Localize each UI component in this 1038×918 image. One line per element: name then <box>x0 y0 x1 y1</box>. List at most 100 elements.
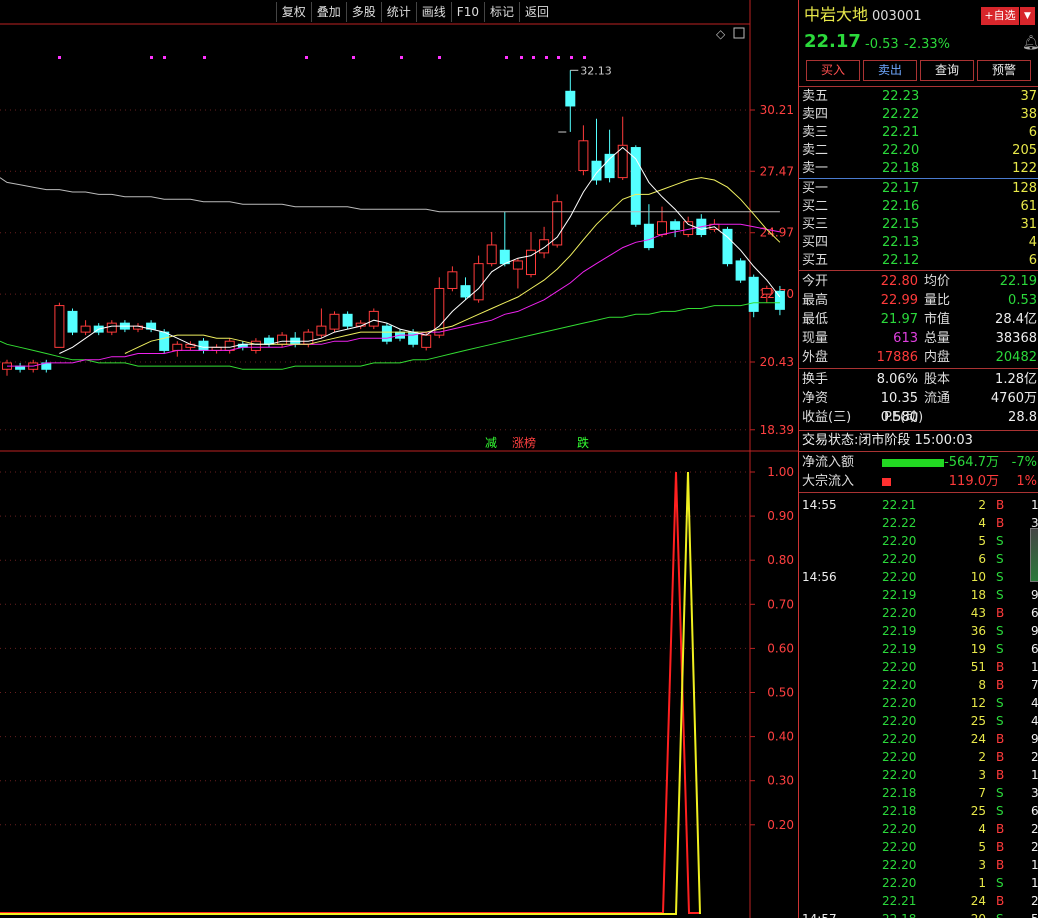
current-price: 22.17 <box>804 31 861 52</box>
tick-scrollbar[interactable] <box>1030 528 1038 582</box>
indicator-tick-label: 0.30 <box>767 774 794 788</box>
tick-price: 22.18 <box>882 786 917 800</box>
signal-dot <box>505 56 508 59</box>
mv-label: 市值 <box>924 312 951 327</box>
bid-row[interactable]: 买五 22.12 6 <box>802 252 1038 270</box>
turn-label: 换手 <box>802 372 829 387</box>
query-button[interactable]: 查询 <box>920 60 974 81</box>
tick-price: 22.20 <box>882 570 917 584</box>
candle-body <box>761 287 772 295</box>
pe-label: PE(动) <box>884 410 924 425</box>
tick-volume: 20 <box>971 910 986 918</box>
avg-label: 均价 <box>924 274 951 289</box>
tick-row: 14:5622.2010S1 <box>802 568 1038 586</box>
kline-chart[interactable]: 30.2127.4724.9722.7020.4318.3932.13◇减涨榜跌… <box>0 0 798 918</box>
candle-body <box>224 340 235 351</box>
tick-row: 22.20 5 B 2 <box>802 838 1038 856</box>
block-inflow-bar <box>882 478 891 486</box>
tick-price: 22.20 <box>882 876 917 890</box>
tick-row: 22.18 25 S 6 <box>802 802 1038 820</box>
price-change-pct: -2.33% <box>904 37 950 52</box>
bid-volume: 6 <box>1028 253 1037 268</box>
tick-side: S <box>996 588 1004 602</box>
toolbar-item-0[interactable]: 复权 <box>275 2 311 22</box>
bid-price: 22.12 <box>882 253 920 268</box>
tick-row: 22.20 3 B 1 <box>802 766 1038 784</box>
out-label: 外盘 <box>802 350 829 365</box>
net-inflow-value: -564.7万 <box>944 455 999 470</box>
sell-button[interactable]: 卖出 <box>863 60 917 81</box>
candle-body <box>657 221 667 236</box>
tick-volume: 2 <box>978 750 986 764</box>
ask-row[interactable]: 卖一 22.18 122 <box>802 160 1038 178</box>
tick-side: B <box>996 840 1005 854</box>
high-label: 最高 <box>802 293 829 308</box>
tick-volume: 1 <box>978 876 986 890</box>
buy-button[interactable]: 买入 <box>806 60 860 81</box>
ask-volume: 6 <box>1028 125 1037 140</box>
bell-icon[interactable]: 🔔︎ <box>1022 34 1038 52</box>
ask-row[interactable]: 卖五 22.23 37 <box>802 88 1038 106</box>
toolbar-item-3[interactable]: 统计 <box>380 2 416 22</box>
tick-side: B <box>996 822 1005 836</box>
toolbar-item-1[interactable]: 叠加 <box>310 2 346 22</box>
cap-value: 1.28亿 <box>995 372 1037 387</box>
tick-side: S <box>996 642 1004 656</box>
net-inflow-bar <box>882 459 944 467</box>
alert-button[interactable]: 预警 <box>977 60 1031 81</box>
in-value: 20482 <box>995 350 1037 365</box>
ask-row[interactable]: 卖二 22.20 205 <box>802 142 1038 160</box>
tick-row: 22.21 24 B 2 <box>802 892 1038 910</box>
tot-value: 38368 <box>995 331 1037 346</box>
candle-body <box>670 221 681 230</box>
price-tick-label: 20.43 <box>760 355 794 369</box>
signal-dot <box>400 56 403 59</box>
candle-body <box>172 343 183 351</box>
bid-price: 22.13 <box>882 235 920 250</box>
bid-row[interactable]: 买二 22.16 61 <box>802 198 1038 216</box>
block-inflow-label: 大宗流入 <box>802 474 855 489</box>
toolbar-item-2[interactable]: 多股 <box>345 2 381 22</box>
bid-row[interactable]: 买三 22.15 31 <box>802 216 1038 234</box>
indicator-tick-label: 0.90 <box>767 509 794 523</box>
tick-price: 22.18 <box>882 910 916 918</box>
bid-row[interactable]: 买一 22.17 128 <box>802 180 1038 198</box>
tick-price: 22.19 <box>882 642 917 656</box>
toolbar-item-4[interactable]: 画线 <box>415 2 451 22</box>
ask-price: 22.22 <box>882 107 920 122</box>
kline-chart-area[interactable]: 30.2127.4724.9722.7020.4318.3932.13◇减涨榜跌… <box>0 0 798 918</box>
tick-volume: 4 <box>978 516 986 530</box>
tick-volume: 25 <box>970 804 986 818</box>
toolbar-item-7[interactable]: 返回 <box>518 2 554 22</box>
signal-dot <box>545 56 548 59</box>
open-value: 22.80 <box>880 274 918 289</box>
bid-row[interactable]: 买四 22.13 4 <box>802 234 1038 252</box>
tick-price: 22.18 <box>882 804 917 818</box>
open-label: 今开 <box>802 274 829 289</box>
candle-body <box>604 153 615 179</box>
net-inflow-label: 净流入额 <box>802 455 855 470</box>
tick-count: 6 <box>1031 606 1038 620</box>
toolbar-item-5[interactable]: F10 <box>450 2 484 22</box>
ask-row[interactable]: 卖三 22.21 6 <box>802 124 1038 142</box>
signal-dot <box>203 56 206 59</box>
dropdown-arrow-icon[interactable]: ▼ <box>1020 7 1035 25</box>
tick-side: S <box>996 624 1004 638</box>
tick-list[interactable]: 14:5522.212B122.224B322.205S422.206S114:… <box>799 494 1038 918</box>
block-inflow-row: 大宗流入 119.0万 1% <box>802 473 1038 491</box>
tick-volume: 43 <box>970 606 986 620</box>
block-inflow-value: 119.0万 <box>948 474 999 489</box>
toolbar-item-6[interactable]: 标记 <box>483 2 519 22</box>
tick-count: 1 <box>1031 498 1038 512</box>
flow-value: 4760万 <box>990 391 1037 406</box>
candle-body <box>277 334 288 345</box>
ask-row[interactable]: 卖四 22.22 38 <box>802 106 1038 124</box>
tick-time: 14:57 <box>802 910 837 918</box>
add-watchlist-button[interactable]: +自选 <box>981 7 1019 25</box>
candle-body <box>54 305 65 348</box>
price-row: 22.17 -0.53 -2.33% 🔔︎ <box>802 33 1038 55</box>
indicator-tick-label: 0.60 <box>767 641 794 655</box>
tick-volume: 3 <box>978 858 986 872</box>
indicator-tick-label: 0.80 <box>767 553 794 567</box>
candle-body <box>159 331 170 351</box>
